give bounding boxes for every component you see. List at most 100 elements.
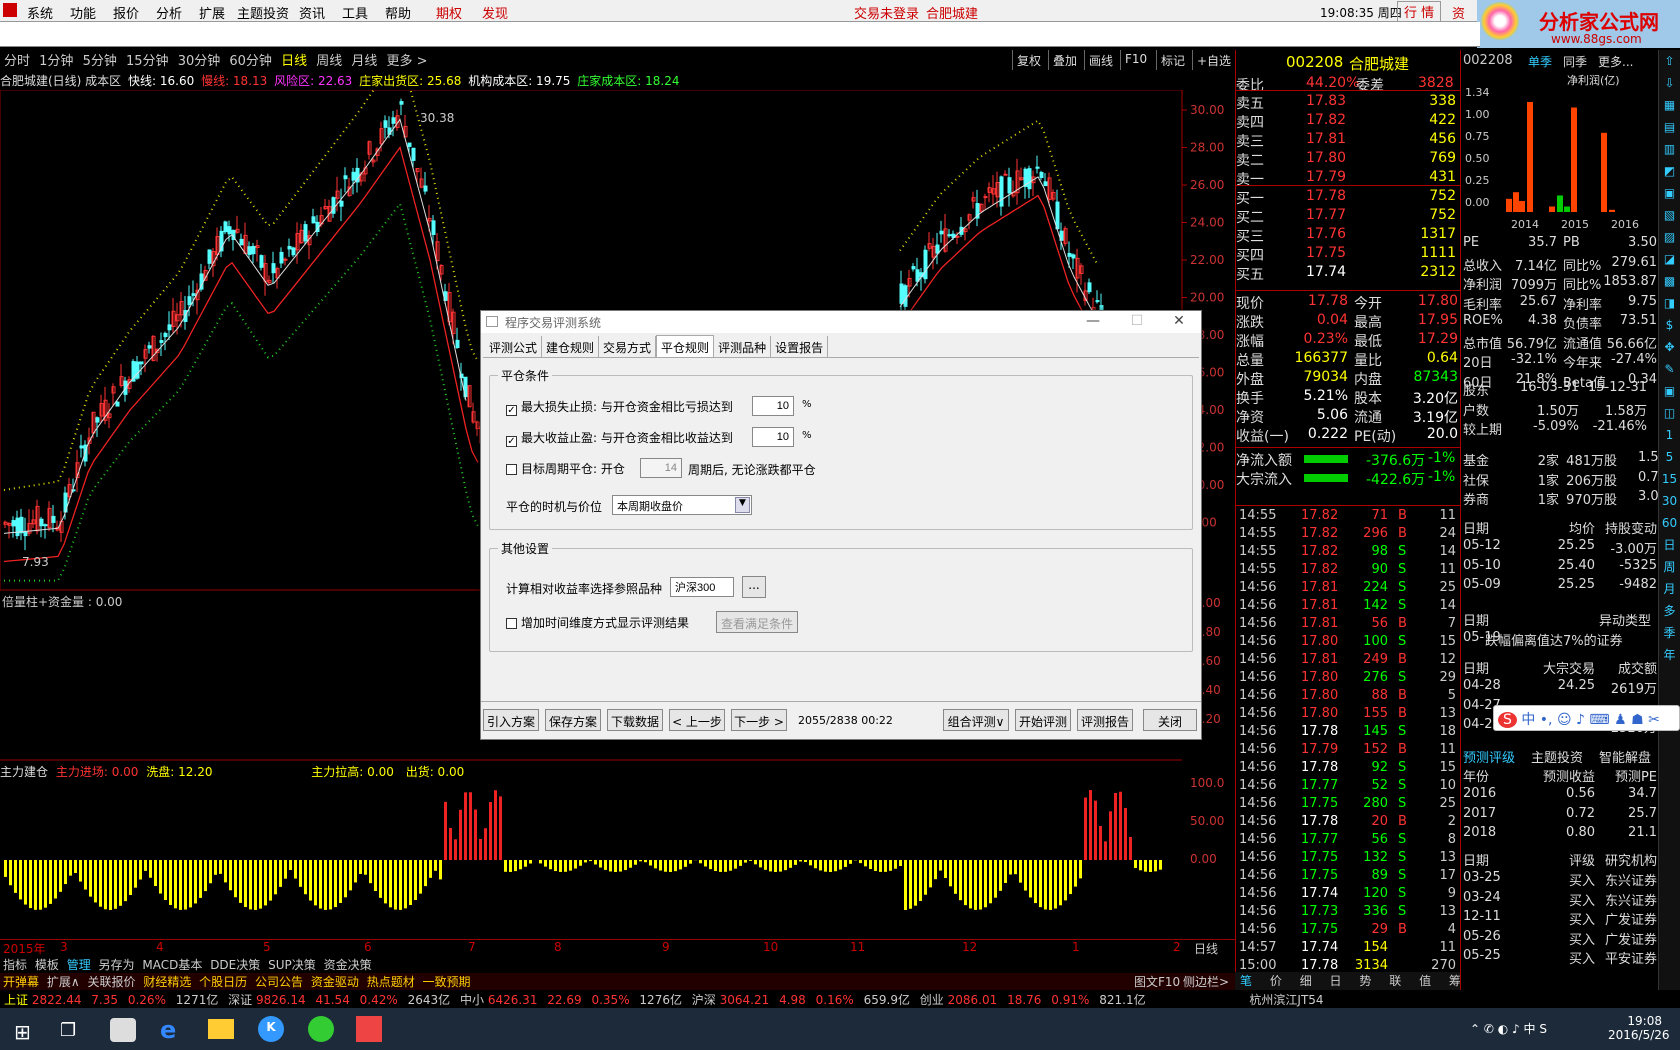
tab-close-rules[interactable]: 平仓规则 bbox=[656, 335, 715, 357]
task-view-icon[interactable]: ❐ bbox=[60, 1020, 76, 1041]
idx-name[interactable]: 沪深 bbox=[692, 993, 716, 1007]
tab-symbols[interactable]: 评测品种 bbox=[714, 336, 772, 358]
qtab-value[interactable]: 值 bbox=[1419, 974, 1431, 988]
benchmark-browse-button[interactable]: ... bbox=[742, 576, 766, 598]
ime-tools-icon[interactable]: ✂ bbox=[1648, 712, 1660, 728]
btn-danmu[interactable]: 开弹幕 bbox=[3, 975, 39, 989]
login-status[interactable]: 交易未登录 bbox=[854, 3, 919, 22]
menu-quote[interactable]: 报价 bbox=[113, 3, 139, 22]
tab-market[interactable]: 行 情 bbox=[1397, 1, 1442, 22]
address-bar[interactable] bbox=[0, 22, 1480, 47]
tab-manage[interactable]: 管理 bbox=[67, 958, 91, 972]
chevron-down-icon[interactable]: ▼ bbox=[735, 497, 750, 513]
ime-punct-icon[interactable]: •, bbox=[1540, 712, 1553, 728]
menu-discover[interactable]: 发现 bbox=[482, 3, 508, 22]
chart-icon[interactable]: ▤ bbox=[1659, 116, 1680, 138]
line-icon[interactable]: ◩ bbox=[1659, 160, 1680, 182]
qtab-detail[interactable]: 细 bbox=[1300, 974, 1312, 988]
tab-trade-mode[interactable]: 交易方式 bbox=[599, 336, 657, 358]
period-daily[interactable]: 日线 bbox=[281, 50, 307, 69]
overlay-button[interactable]: 叠加 bbox=[1048, 50, 1081, 70]
period-5min[interactable]: 5分钟 bbox=[83, 50, 117, 69]
ime-mic-icon[interactable]: ♪ bbox=[1576, 712, 1585, 728]
qtab-price[interactable]: 价 bbox=[1270, 974, 1282, 988]
menu-analysis[interactable]: 分析 bbox=[156, 3, 182, 22]
tab-report-settings[interactable]: 设置报告 bbox=[771, 336, 829, 358]
30-icon[interactable]: 30 bbox=[1659, 490, 1680, 512]
15-icon[interactable]: 15 bbox=[1659, 468, 1680, 490]
period-more[interactable]: 更多 > bbox=[387, 50, 428, 69]
tab-dde[interactable]: DDE决策 bbox=[210, 958, 260, 972]
k-app-icon[interactable]: K bbox=[258, 1016, 284, 1042]
forecast-tab[interactable]: 预测评级 bbox=[1463, 747, 1515, 766]
stop-loss-checkbox[interactable]: ✓ bbox=[506, 405, 517, 416]
btn-consensus[interactable]: 一致预期 bbox=[423, 975, 471, 989]
tab-open-rules[interactable]: 建仓规则 bbox=[542, 336, 600, 358]
time-dim-checkbox[interactable] bbox=[506, 618, 517, 629]
close-timing-select[interactable]: 本周期收盘价 ▼ bbox=[612, 495, 752, 515]
tab-template[interactable]: 模板 bbox=[35, 958, 59, 972]
day-icon[interactable]: 日 bbox=[1659, 534, 1680, 556]
f5-icon[interactable]: ▣ bbox=[1659, 380, 1680, 402]
ime-emoji-icon[interactable]: ☺ bbox=[1557, 712, 1572, 728]
dollar-icon[interactable]: $ bbox=[1659, 314, 1680, 336]
60-icon[interactable]: 60 bbox=[1659, 512, 1680, 534]
close-button[interactable]: 关闭 bbox=[1143, 709, 1197, 731]
menu-function[interactable]: 功能 bbox=[70, 3, 96, 22]
eval-report-button[interactable]: 评测报告 bbox=[1077, 709, 1133, 731]
nav-up-icon[interactable]: ⇧ bbox=[1659, 50, 1680, 72]
f10-button[interactable]: F10 bbox=[1120, 50, 1151, 70]
btn-hot[interactable]: 热点题材 bbox=[367, 975, 415, 989]
month-icon[interactable]: 月 bbox=[1659, 578, 1680, 600]
period-close-input[interactable] bbox=[640, 458, 682, 478]
ime-shirt-icon[interactable]: ☗ bbox=[1631, 712, 1644, 728]
tool-icon[interactable]: ▣ bbox=[1659, 182, 1680, 204]
move-icon[interactable]: ✥ bbox=[1659, 336, 1680, 358]
f10-icon[interactable]: ▧ bbox=[1659, 204, 1680, 226]
mark-button[interactable]: 标记 bbox=[1156, 50, 1189, 70]
menu-help[interactable]: 帮助 bbox=[385, 3, 411, 22]
qtab-day[interactable]: 日 bbox=[1330, 974, 1342, 988]
week-icon[interactable]: 周 bbox=[1659, 556, 1680, 578]
restore-rights-button[interactable]: 复权 bbox=[1012, 50, 1045, 70]
ime-keyboard-icon[interactable]: ⌨ bbox=[1589, 712, 1609, 728]
tab-sup[interactable]: SUP决策 bbox=[268, 958, 316, 972]
multi-icon[interactable]: 多 bbox=[1659, 600, 1680, 622]
menu-tools[interactable]: 工具 bbox=[342, 3, 368, 22]
btn-expand[interactable]: 扩展∧ bbox=[47, 975, 80, 989]
s-icon[interactable]: ◫ bbox=[1659, 402, 1680, 424]
bar-icon[interactable]: ▥ bbox=[1659, 138, 1680, 160]
f9-icon[interactable]: ▨ bbox=[1659, 226, 1680, 248]
btn-calendar[interactable]: 个股日历 bbox=[199, 975, 247, 989]
period-timeshare[interactable]: 分时 bbox=[4, 50, 30, 69]
stop-loss-input[interactable] bbox=[752, 396, 794, 416]
ime-toolbar[interactable]: S 中 •, ☺ ♪ ⌨ ♟ ☗ ✂ bbox=[1493, 705, 1680, 731]
5-icon[interactable]: 5 bbox=[1659, 446, 1680, 468]
f10-tab-more[interactable]: 更多... bbox=[1598, 53, 1633, 70]
ime-mode[interactable]: 中 bbox=[1521, 712, 1535, 728]
windows-start-icon[interactable]: ⊞ bbox=[14, 1020, 31, 1044]
tab-indicator[interactable]: 指标 bbox=[3, 958, 27, 972]
ime-user-icon[interactable]: ♟ bbox=[1614, 712, 1627, 728]
period-1min[interactable]: 1分钟 bbox=[39, 50, 73, 69]
qtab-trades[interactable]: 笔 bbox=[1240, 974, 1252, 988]
period-60min[interactable]: 60分钟 bbox=[229, 50, 272, 69]
explorer-icon[interactable] bbox=[208, 1019, 234, 1039]
qtab-trend[interactable]: 势 bbox=[1359, 974, 1371, 988]
stock-app-icon[interactable] bbox=[356, 1016, 382, 1042]
system-clock[interactable]: 19:08 2016/5/26 bbox=[1608, 1014, 1670, 1042]
view-conditions-button[interactable]: 查看满足条件 bbox=[716, 611, 798, 633]
period-close-checkbox[interactable] bbox=[506, 464, 517, 475]
menu-extend[interactable]: 扩展 bbox=[199, 3, 225, 22]
idx-name[interactable]: 中小 bbox=[460, 993, 484, 1007]
btn-f10-text[interactable]: 图文F10 bbox=[1134, 973, 1180, 990]
idx-name[interactable]: 创业 bbox=[920, 993, 944, 1007]
prev-step-button[interactable]: < 上一步 bbox=[669, 709, 725, 731]
idx-name[interactable]: 深证 bbox=[228, 993, 252, 1007]
btn-related[interactable]: 关联报价 bbox=[87, 975, 135, 989]
tab-fund[interactable]: 资金决策 bbox=[324, 958, 372, 972]
f1-icon[interactable]: ◪ bbox=[1659, 248, 1680, 270]
btn-capital[interactable]: 资金驱动 bbox=[311, 975, 359, 989]
download-data-button[interactable]: 下载数据 bbox=[607, 709, 663, 731]
menu-system[interactable]: 系统 bbox=[27, 3, 53, 22]
